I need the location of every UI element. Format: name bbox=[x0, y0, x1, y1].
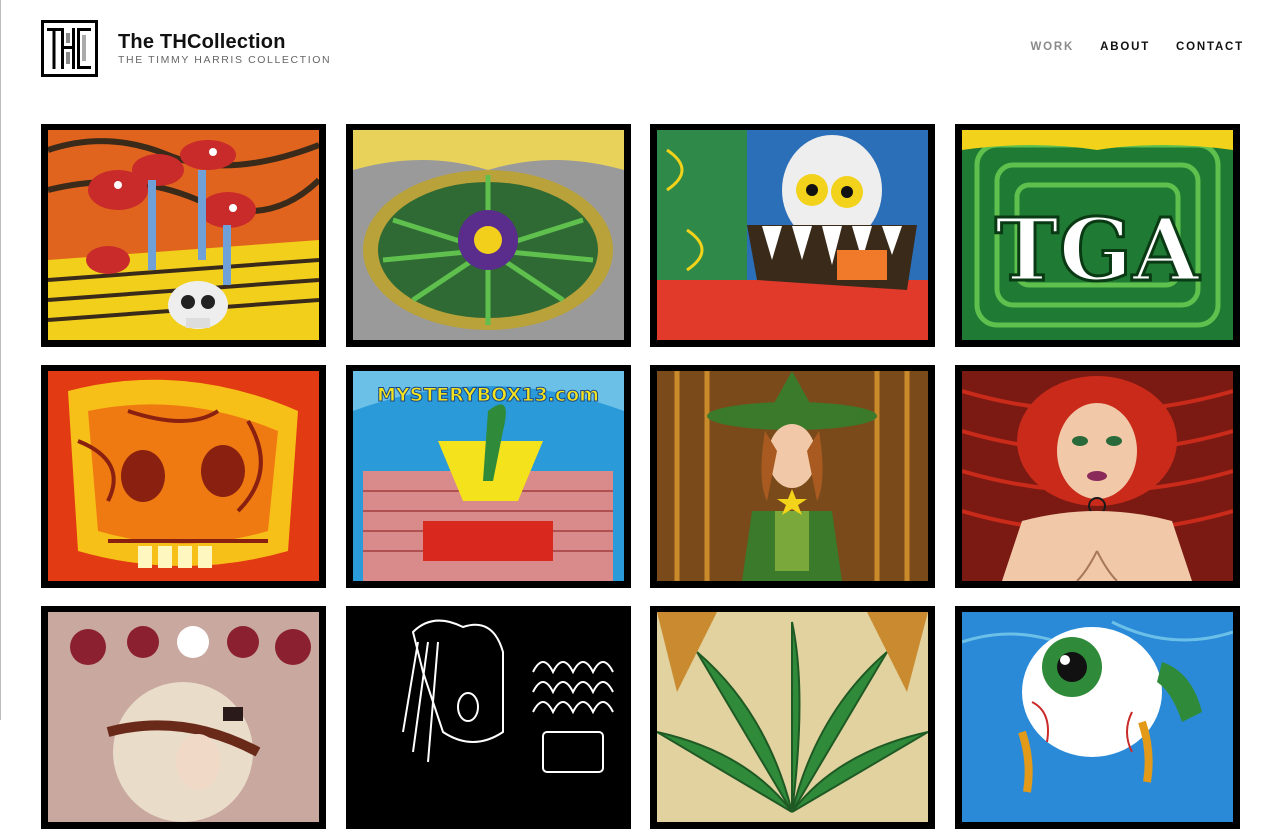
cannabis-leaf-art-icon bbox=[657, 612, 928, 822]
artwork-tile-fire-skull[interactable] bbox=[41, 365, 326, 588]
pinball-woman-art-icon bbox=[48, 612, 319, 822]
mystery-box-text: MYSTERYBOX13.com bbox=[376, 384, 598, 406]
cannabis-mandala-art-icon bbox=[352, 130, 624, 340]
artwork-tile-red-haired-woman[interactable] bbox=[954, 365, 1240, 588]
artwork-image bbox=[352, 612, 624, 822]
nav-work-link[interactable]: WORK bbox=[1031, 41, 1075, 53]
witch-art-icon bbox=[657, 371, 928, 581]
artwork-tile-pinball-woman[interactable] bbox=[41, 606, 326, 829]
artwork-gallery: TGA MYSTERYBOX13.com bbox=[41, 124, 1240, 829]
main-nav: WORK ABOUT CONTACT bbox=[1031, 41, 1244, 53]
nav-contact-link[interactable]: CONTACT bbox=[1176, 41, 1244, 53]
artwork-image bbox=[657, 371, 928, 581]
artwork-tile-tga[interactable]: TGA bbox=[954, 124, 1240, 347]
artwork-image bbox=[657, 130, 928, 340]
mushrooms-skull-art-icon bbox=[48, 130, 319, 340]
artwork-image bbox=[657, 612, 928, 822]
artwork-image bbox=[352, 130, 624, 340]
nav-about-link[interactable]: ABOUT bbox=[1100, 41, 1150, 53]
red-haired-woman-art-icon bbox=[961, 371, 1233, 581]
artwork-tile-cannabis-leaf[interactable] bbox=[650, 606, 935, 829]
artwork-image bbox=[961, 612, 1233, 822]
artwork-tile-eyeball[interactable] bbox=[954, 606, 1240, 829]
green-monster-art-icon bbox=[657, 130, 928, 340]
fire-skull-art-icon bbox=[48, 371, 319, 581]
artwork-tile-cannabis-mandala[interactable] bbox=[345, 124, 631, 347]
thc-logo-icon bbox=[47, 28, 91, 69]
brand: The THCollection THE TIMMY HARRIS COLLEC… bbox=[118, 31, 331, 66]
artwork-image: MYSTERYBOX13.com bbox=[352, 371, 624, 581]
site-subtitle: THE TIMMY HARRIS COLLECTION bbox=[118, 54, 332, 66]
artwork-image bbox=[48, 612, 319, 822]
mystery-box-art-icon: MYSTERYBOX13.com bbox=[352, 371, 624, 581]
artwork-tile-witch[interactable] bbox=[650, 365, 935, 588]
screaming-man-art-icon bbox=[352, 612, 624, 822]
artwork-tile-screaming-man[interactable] bbox=[345, 606, 631, 829]
tga-lettering-art-icon: TGA bbox=[961, 130, 1233, 340]
site-header: The THCollection THE TIMMY HARRIS COLLEC… bbox=[41, 20, 1244, 78]
artwork-image bbox=[48, 130, 319, 340]
tga-text: TGA bbox=[994, 200, 1199, 301]
artwork-image: TGA bbox=[961, 130, 1233, 340]
eyeball-art-icon bbox=[961, 612, 1233, 822]
artwork-tile-green-monster[interactable] bbox=[650, 124, 935, 347]
site-title[interactable]: The THCollection bbox=[118, 31, 331, 53]
artwork-image bbox=[48, 371, 319, 581]
artwork-tile-mystery-box[interactable]: MYSTERYBOX13.com bbox=[345, 365, 631, 588]
site-logo[interactable] bbox=[41, 20, 98, 77]
artwork-tile-mushrooms[interactable] bbox=[41, 124, 326, 347]
artwork-image bbox=[961, 371, 1233, 581]
